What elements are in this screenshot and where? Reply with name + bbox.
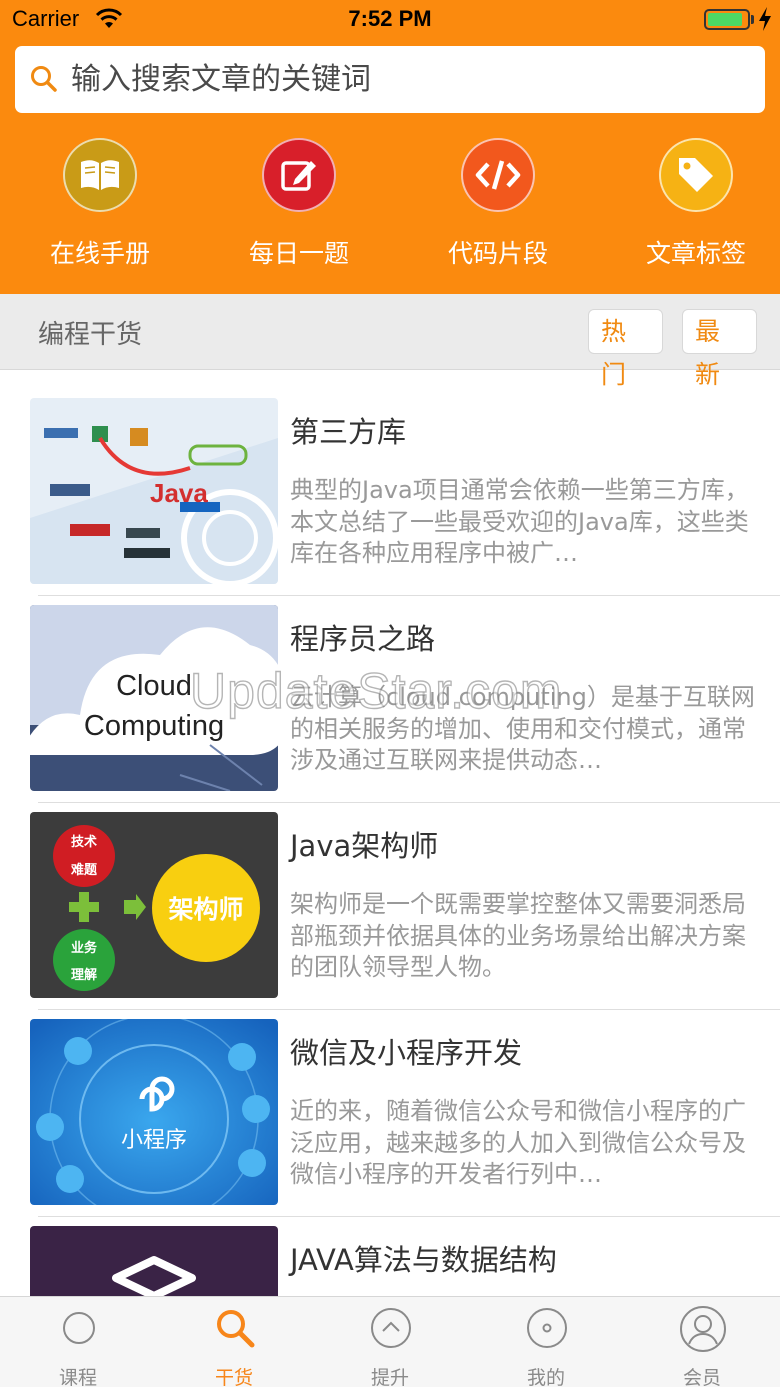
section-header: 编程干货 热门 最新 (0, 294, 780, 389)
user-icon (679, 1305, 727, 1353)
shortcut-label: 每日一题 (248, 239, 349, 268)
article-thumbnail (30, 1226, 278, 1296)
battery-level (708, 13, 742, 26)
tab-bar: 课程 干货 提升 我的 会员 (0, 1296, 780, 1387)
thumbnail-text: 架构师 (168, 895, 243, 924)
search-bar[interactable] (15, 46, 765, 113)
article-title: Java架构师 (290, 829, 439, 863)
chevron-up-circle-icon (370, 1307, 412, 1349)
article-item[interactable]: Cloud Computing 程序员之路 云计算（cloud computin… (0, 578, 780, 803)
thumbnail-text: 小程序 (121, 1128, 187, 1153)
shortcut-online-manual[interactable]: 在线手册 (25, 138, 175, 278)
shortcut-label: 文章标签 (645, 239, 746, 268)
shortcut-daily-question[interactable]: 每日一题 (224, 138, 374, 278)
edit-icon (262, 138, 336, 212)
battery-tip (751, 15, 754, 24)
book-icon (63, 138, 137, 212)
code-icon (461, 138, 535, 212)
charging-icon (758, 6, 772, 36)
tab-improve[interactable]: 提升 (312, 1297, 468, 1387)
clock: 7:52 PM (348, 6, 432, 31)
tab-resources[interactable]: 干货 (156, 1297, 312, 1387)
search-input[interactable] (71, 46, 751, 113)
tab-label: 会员 (682, 1367, 721, 1387)
disc-icon (526, 1307, 568, 1349)
article-thumbnail: 技术 难题 业务 理解 架构师 (30, 812, 278, 998)
section-title: 编程干货 (38, 320, 143, 350)
thumbnail-tag: 技术 (71, 834, 97, 850)
search-icon (29, 64, 59, 98)
tab-membership[interactable]: 会员 (624, 1297, 780, 1387)
search-icon (214, 1307, 256, 1349)
shortcut-label: 在线手册 (49, 239, 150, 268)
thumbnail-text: Java (150, 478, 208, 508)
shortcut-article-tags[interactable]: 文章标签 (621, 138, 771, 278)
article-thumbnail: Cloud Computing (30, 605, 278, 791)
tag-icon (659, 138, 733, 212)
sort-hot-button[interactable]: 热门 (588, 309, 663, 389)
tab-label: 课程 (58, 1367, 97, 1387)
thumbnail-text: Computing (84, 710, 224, 742)
article-description: 近的来，随着微信公众号和微信小程序的广泛应用，越来越多的人加入到微信公众号及微信… (290, 1097, 746, 1188)
battery-icon (704, 9, 750, 30)
shortcut-row: 在线手册 每日一题 代码片段 文章标签 (0, 138, 780, 278)
thumbnail-tag: 业务 (71, 940, 98, 956)
tab-label: 我的 (526, 1367, 565, 1387)
thumbnail-text: Cloud (116, 670, 192, 702)
article-description: 云计算（cloud computing）是基于互联网的相关服务的增加、使用和交付… (290, 683, 755, 774)
thumbnail-tag: 理解 (71, 967, 97, 983)
article-description: 架构师是一个既需要掌控整体又需要洞悉局部瓶颈并依据具体的业务场景给出解决方案的团… (290, 890, 746, 981)
article-title: 微信及小程序开发 (290, 1036, 523, 1070)
article-item[interactable]: JAVA算法与数据结构 (0, 1199, 780, 1296)
article-item[interactable]: 技术 难题 业务 理解 架构师 Java架构师 架构师是一个既需要掌控整体又需要… (0, 785, 780, 1010)
tab-courses[interactable]: 课程 (0, 1297, 156, 1387)
circle-icon (58, 1307, 100, 1349)
article-title: JAVA算法与数据结构 (290, 1243, 557, 1277)
tab-mine[interactable]: 我的 (468, 1297, 624, 1387)
shortcut-label: 代码片段 (447, 239, 548, 268)
sort-new-button[interactable]: 最新 (682, 309, 757, 389)
article-title: 第三方库 (290, 415, 407, 449)
article-title: 程序员之路 (290, 622, 436, 656)
article-list[interactable]: Java 第三方库 典型的Java项目通常会依赖一些第三方库，本文总结了一些最受… (0, 371, 780, 1296)
thumbnail-tag: 难题 (70, 862, 98, 878)
article-description: 典型的Java项目通常会依赖一些第三方库，本文总结了一些最受欢迎的Java库，这… (290, 476, 749, 567)
article-item[interactable]: Java 第三方库 典型的Java项目通常会依赖一些第三方库，本文总结了一些最受… (0, 371, 780, 596)
article-item[interactable]: 小程序 微信及小程序开发 近的来，随着微信公众号和微信小程序的广泛应用，越来越多… (0, 992, 780, 1217)
shortcut-code-snippets[interactable]: 代码片段 (423, 138, 573, 278)
status-bar: Carrier 7:52 PM (0, 0, 780, 40)
article-thumbnail: Java (30, 398, 278, 584)
header: Carrier 7:52 PM 输入搜索文章的关键词 在线手册 每日一题 代码片… (0, 0, 780, 294)
tab-label: 干货 (214, 1367, 253, 1387)
tab-label: 提升 (370, 1367, 409, 1387)
article-thumbnail: 小程序 (30, 1019, 278, 1205)
